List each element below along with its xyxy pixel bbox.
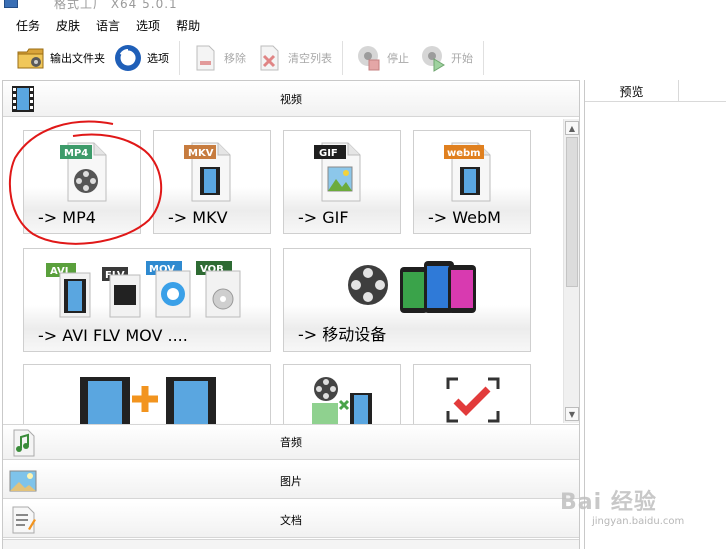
window-title: 格式工厂 X64 5.0.1 [54, 0, 178, 11]
image-section-title: 图片 [280, 474, 302, 488]
menu-options[interactable]: 选项 [136, 17, 160, 34]
mobile-devices-icon [344, 257, 484, 324]
output-folder-label: 输出文件夹 [50, 52, 105, 65]
menu-skin[interactable]: 皮肤 [56, 17, 80, 34]
scroll-up-button[interactable]: ▲ [565, 121, 579, 135]
tile-webm-label: -> WebM [428, 208, 501, 227]
menu-bar: 任务 皮肤 语言 选项 帮助 [0, 14, 726, 36]
clear-list-icon [254, 43, 284, 73]
menu-help[interactable]: 帮助 [176, 17, 200, 34]
tile-gif-label: -> GIF [298, 208, 349, 227]
options-label: 选项 [147, 52, 169, 65]
stop-button[interactable]: 停止 [349, 40, 413, 76]
toolbar: 输出文件夹 选项 移除 清空列表 停止 开始 [0, 36, 726, 80]
extra-column-header[interactable] [679, 80, 726, 102]
annotation-circle [8, 120, 163, 245]
svg-text:webm: webm [447, 148, 481, 159]
watermark-url: jingyan.baidu.com [592, 516, 685, 527]
video-section-header[interactable]: 视频 [3, 81, 579, 117]
remove-label: 移除 [224, 52, 246, 65]
tile-mobile-devices-label: -> 移动设备 [298, 325, 387, 344]
tile-gif[interactable]: GIF -> GIF [283, 130, 401, 234]
stop-label: 停止 [387, 52, 409, 65]
svg-text:GIF: GIF [319, 148, 338, 159]
document-section-header[interactable]: 文档 [3, 502, 579, 538]
app-icon [4, 0, 18, 8]
menu-task[interactable]: 任务 [16, 17, 40, 34]
tile-video-merge[interactable] [23, 364, 271, 424]
picture-icon [8, 466, 38, 496]
clear-list-label: 清空列表 [288, 52, 332, 65]
mkv-file-icon: MKV [184, 139, 234, 206]
video-format-grid: MP4 -> MP4 MKV -> MKV GIF -> GIF webm ->… [3, 118, 563, 424]
start-label: 开始 [451, 52, 473, 65]
tile-mobile-devices[interactable]: -> 移动设备 [283, 248, 531, 352]
tile-avi-flv-mov[interactable]: AVI FLV MOV VOB [23, 248, 271, 352]
conversion-panel: 视频 MP4 -> MP4 MKV -> MKV GIF -> GIF webm… [2, 80, 580, 549]
video-merge-icon [80, 375, 220, 424]
video-section-title: 视频 [280, 92, 302, 106]
document-section-title: 文档 [280, 513, 302, 527]
output-folder-button[interactable]: 输出文件夹 [12, 40, 109, 76]
folder-icon [16, 43, 46, 73]
watermark-brand: Bai 经验 [560, 490, 657, 515]
remove-button[interactable]: 移除 [186, 40, 250, 76]
svg-text:MKV: MKV [188, 148, 214, 159]
start-button[interactable]: 开始 [413, 40, 477, 76]
task-list-panel: 预览 [584, 80, 726, 549]
grid-scrollbar[interactable]: ▲ ▼ [563, 119, 579, 423]
clear-list-button[interactable]: 清空列表 [250, 40, 336, 76]
preview-column-header[interactable]: 预览 [585, 80, 679, 102]
music-note-icon [8, 428, 38, 458]
scroll-down-button[interactable]: ▼ [565, 407, 579, 421]
toolbar-separator [483, 41, 484, 75]
tile-webm[interactable]: webm -> WebM [413, 130, 531, 234]
stop-icon [353, 43, 383, 73]
title-bar: 格式工厂 X64 5.0.1 [0, 0, 726, 14]
multi-format-icons: AVI FLV MOV VOB [46, 259, 256, 324]
start-icon [417, 43, 447, 73]
toolbar-separator [342, 41, 343, 75]
toolbar-separator [179, 41, 180, 75]
image-section-header[interactable]: 图片 [3, 463, 579, 499]
film-strip-icon [8, 84, 38, 114]
document-icon [8, 505, 38, 535]
audio-section-title: 音频 [280, 436, 302, 449]
options-gear-icon [113, 43, 143, 73]
options-button[interactable]: 选项 [109, 40, 173, 76]
tile-avi-flv-mov-label: -> AVI FLV MOV .... [38, 326, 188, 345]
tile-video-crop[interactable] [283, 364, 401, 424]
next-section-header[interactable] [3, 539, 579, 549]
remove-icon [190, 43, 220, 73]
task-list-header: 预览 [585, 80, 726, 102]
baidu-watermark: Bai 经验 jingyan.baidu.com [560, 484, 720, 534]
scroll-thumb[interactable] [566, 137, 578, 287]
tile-video-check[interactable] [413, 364, 531, 424]
menu-language[interactable]: 语言 [96, 17, 120, 34]
webm-file-icon: webm [444, 139, 494, 206]
video-convert-icon [310, 375, 380, 424]
audio-section-header[interactable]: 音频 [3, 424, 579, 460]
check-icon [446, 377, 500, 424]
gif-file-icon: GIF [314, 139, 364, 206]
